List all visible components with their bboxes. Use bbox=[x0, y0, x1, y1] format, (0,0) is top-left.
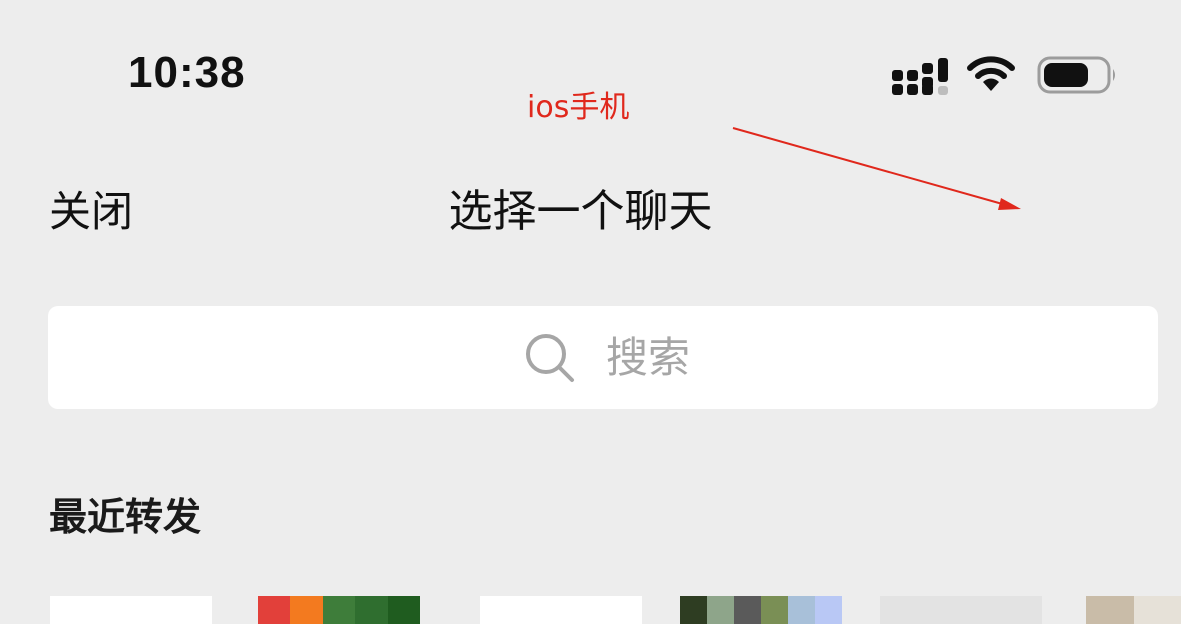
search-input[interactable]: 搜索 bbox=[48, 306, 1158, 409]
recent-avatar[interactable] bbox=[50, 588, 212, 624]
avatar-pixel bbox=[1086, 596, 1134, 624]
recent-forward-list bbox=[0, 588, 1181, 618]
avatar-pixel bbox=[355, 596, 388, 624]
wifi-icon bbox=[966, 54, 1016, 94]
recent-avatar[interactable] bbox=[258, 588, 420, 624]
avatar-pixel bbox=[480, 596, 642, 624]
search-inner: 搜索 bbox=[524, 332, 690, 384]
annotation-label: ios手机 bbox=[527, 90, 629, 126]
avatar-pixel bbox=[880, 596, 1042, 624]
recent-forward-title: 最近转发 bbox=[49, 494, 201, 540]
avatar-pixel bbox=[290, 596, 323, 624]
avatar-pixel bbox=[680, 596, 707, 624]
battery-icon bbox=[1036, 54, 1120, 94]
avatar-pixel bbox=[815, 596, 842, 624]
avatar-pixel bbox=[1134, 596, 1181, 624]
avatar-pixel bbox=[50, 596, 212, 624]
avatar-pixel bbox=[734, 596, 761, 624]
status-icons bbox=[890, 50, 1130, 94]
avatar-pixel bbox=[323, 596, 356, 624]
recent-avatar[interactable] bbox=[1086, 588, 1181, 624]
avatar-pixel bbox=[761, 596, 788, 624]
avatar-pixel bbox=[388, 596, 420, 624]
recent-avatar[interactable] bbox=[480, 588, 642, 624]
recent-avatar[interactable] bbox=[680, 588, 842, 624]
page-title: 选择一个聊天 bbox=[0, 186, 1181, 238]
signal-icon bbox=[890, 56, 952, 96]
avatar-pixel bbox=[707, 596, 734, 624]
search-placeholder: 搜索 bbox=[606, 332, 690, 384]
recent-avatar[interactable] bbox=[880, 588, 1042, 624]
avatar-pixel bbox=[258, 596, 291, 624]
search-icon bbox=[524, 332, 576, 384]
status-time: 10:38 bbox=[128, 48, 246, 98]
avatar-pixel bbox=[788, 596, 815, 624]
